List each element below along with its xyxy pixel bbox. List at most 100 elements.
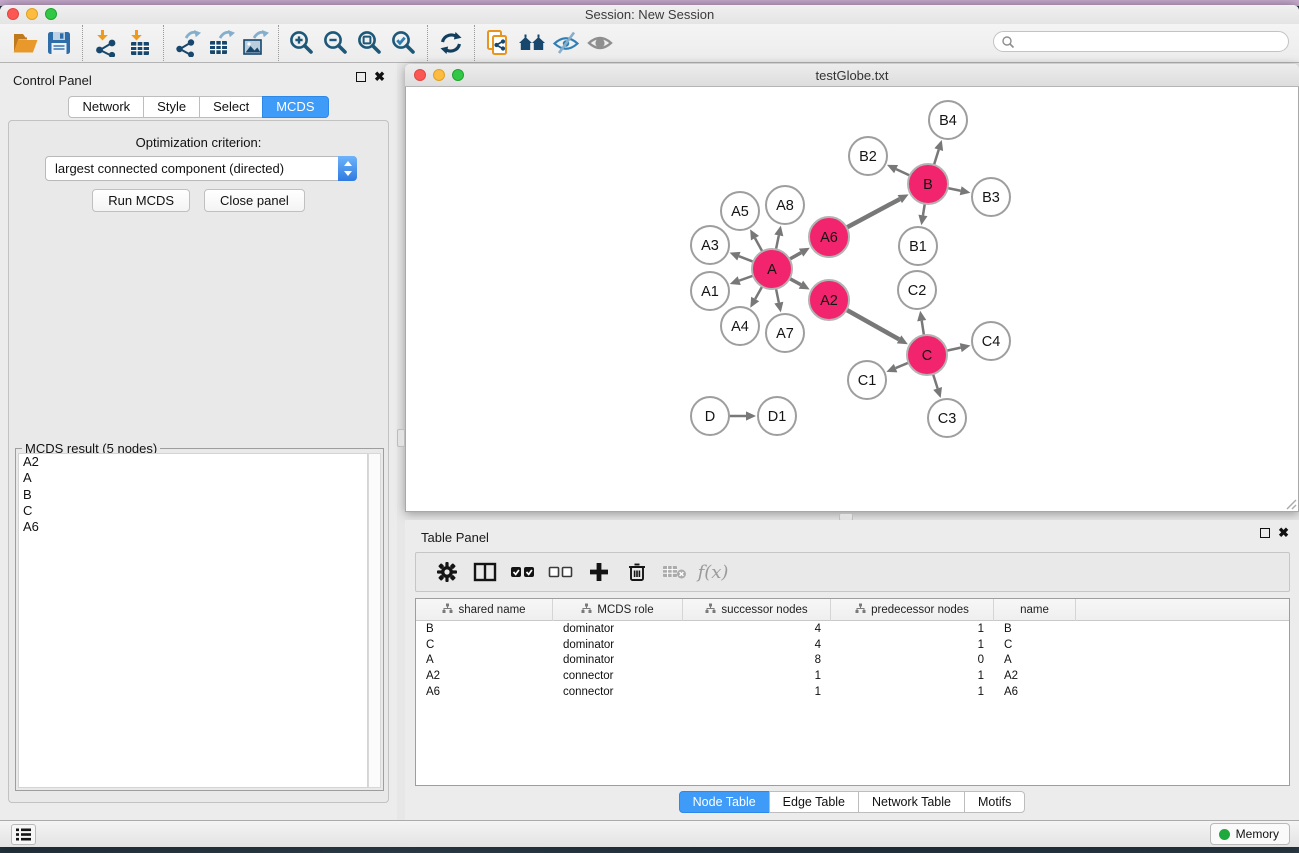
criterion-select[interactable]: largest connected component (directed) — [45, 156, 357, 181]
table-row[interactable]: Adominator80A — [416, 652, 1289, 668]
float-panel-icon[interactable] — [356, 72, 366, 82]
table-cell[interactable]: 0 — [831, 654, 994, 666]
table-cell[interactable]: 4 — [683, 623, 831, 635]
column-header-label: successor nodes — [721, 604, 807, 616]
table-toolbar: f(x) — [415, 552, 1290, 592]
column-header-predecessor-nodes[interactable]: predecessor nodes — [831, 599, 994, 621]
settings-gear-icon[interactable] — [428, 555, 466, 589]
column-header-label: shared name — [458, 604, 525, 616]
table-cell[interactable]: 8 — [683, 654, 831, 666]
function-builder-icon[interactable]: f(x) — [694, 555, 732, 589]
column-type-icon — [442, 603, 453, 617]
result-list-item[interactable]: A6 — [19, 519, 367, 535]
table-cell[interactable]: dominator — [553, 623, 683, 635]
table-cell[interactable]: dominator — [553, 654, 683, 666]
table-cell[interactable]: 4 — [683, 639, 831, 651]
tab-edge-table[interactable]: Edge Table — [769, 791, 859, 813]
table-cell[interactable]: B — [994, 623, 1076, 635]
network-canvas[interactable]: B4B2BB3A8A5A6A3B1AA1C2A2A4A7C4CC1C3DD1 — [405, 87, 1299, 512]
column-header-name[interactable]: name — [994, 599, 1076, 621]
vertical-splitter-grip[interactable] — [397, 429, 405, 447]
table-cell[interactable]: A6 — [416, 686, 553, 698]
task-history-button[interactable] — [11, 824, 36, 845]
save-session-icon[interactable] — [42, 27, 76, 59]
close-table-panel-icon[interactable]: ✖ — [1278, 528, 1289, 538]
new-network-from-selection-icon[interactable] — [481, 27, 515, 59]
export-table-icon[interactable] — [204, 27, 238, 59]
table-cell[interactable]: 1 — [831, 686, 994, 698]
close-panel-button[interactable]: Close panel — [204, 189, 305, 212]
split-view-icon[interactable] — [466, 555, 504, 589]
open-file-icon[interactable] — [8, 27, 42, 59]
first-neighbors-icon[interactable] — [515, 27, 549, 59]
export-image-icon[interactable] — [238, 27, 272, 59]
select-stepper-icon — [338, 156, 357, 181]
tab-style[interactable]: Style — [143, 96, 200, 118]
show-hide-panel-icon[interactable] — [583, 27, 617, 59]
delete-column-icon[interactable] — [618, 555, 656, 589]
table-cell[interactable]: A2 — [994, 670, 1076, 682]
unselect-all-columns-icon[interactable] — [542, 555, 580, 589]
table-cell[interactable]: B — [416, 623, 553, 635]
table-row[interactable]: A2connector11A2 — [416, 668, 1289, 684]
tab-select[interactable]: Select — [199, 96, 263, 118]
zoom-out-icon[interactable] — [319, 27, 353, 59]
result-list-item[interactable]: B — [19, 487, 367, 503]
result-list-item[interactable]: A2 — [19, 454, 367, 470]
table-cell[interactable]: A — [416, 654, 553, 666]
table-cell[interactable]: A6 — [994, 686, 1076, 698]
column-header-successor-nodes[interactable]: successor nodes — [683, 599, 831, 621]
toolbar-separator — [163, 25, 164, 61]
table-cell[interactable]: 1 — [831, 639, 994, 651]
import-network-icon[interactable] — [89, 27, 123, 59]
result-list-item[interactable]: C — [19, 503, 367, 519]
table-cell[interactable]: connector — [553, 670, 683, 682]
close-panel-icon[interactable]: ✖ — [374, 72, 385, 82]
tab-motifs[interactable]: Motifs — [964, 791, 1025, 813]
import-table-icon[interactable] — [123, 27, 157, 59]
table-row[interactable]: Bdominator41B — [416, 621, 1289, 637]
hide-graphics-details-icon[interactable] — [549, 27, 583, 59]
table-cell[interactable]: dominator — [553, 639, 683, 651]
column-type-icon — [581, 603, 592, 617]
result-scrollbar[interactable] — [368, 453, 381, 788]
select-all-columns-icon[interactable] — [504, 555, 542, 589]
table-cell[interactable]: connector — [553, 686, 683, 698]
table-row[interactable]: A6connector11A6 — [416, 684, 1289, 700]
table-cell[interactable]: 1 — [683, 686, 831, 698]
memory-button[interactable]: Memory — [1210, 823, 1290, 845]
table-cell[interactable]: C — [416, 639, 553, 651]
tab-network-table[interactable]: Network Table — [858, 791, 965, 813]
add-column-icon[interactable] — [580, 555, 618, 589]
table-cell[interactable]: 1 — [831, 623, 994, 635]
graph-edge-arrow — [918, 215, 927, 226]
table-cell[interactable]: A — [994, 654, 1076, 666]
zoom-in-icon[interactable] — [285, 27, 319, 59]
tab-mcds[interactable]: MCDS — [262, 96, 328, 118]
mcds-panel: Optimization criterion: largest connecte… — [8, 120, 389, 803]
table-cell[interactable]: 1 — [831, 670, 994, 682]
zoom-selected-icon[interactable] — [387, 27, 421, 59]
result-list-item[interactable]: A — [19, 470, 367, 486]
column-header-label: name — [1020, 604, 1049, 616]
column-header-label: predecessor nodes — [871, 604, 969, 616]
table-cell[interactable]: A2 — [416, 670, 553, 682]
graph-node-label: A — [767, 262, 777, 278]
search-input[interactable] — [1015, 33, 1288, 50]
graph-edge-arrow — [960, 343, 971, 352]
column-type-icon — [855, 603, 866, 617]
table-cell[interactable]: C — [994, 639, 1076, 651]
tab-node-table[interactable]: Node Table — [679, 791, 770, 813]
column-header-MCDS-role[interactable]: MCDS role — [553, 599, 683, 621]
zoom-fit-icon[interactable] — [353, 27, 387, 59]
refresh-layout-icon[interactable] — [434, 27, 468, 59]
table-row[interactable]: Cdominator41C — [416, 637, 1289, 653]
tab-network[interactable]: Network — [68, 96, 144, 118]
export-network-icon[interactable] — [170, 27, 204, 59]
run-mcds-button[interactable]: Run MCDS — [92, 189, 190, 212]
column-header-shared-name[interactable]: shared name — [416, 599, 553, 621]
float-table-panel-icon[interactable] — [1260, 528, 1270, 538]
delete-table-icon[interactable] — [656, 555, 694, 589]
resize-grip-icon[interactable] — [1285, 498, 1297, 510]
table-cell[interactable]: 1 — [683, 670, 831, 682]
